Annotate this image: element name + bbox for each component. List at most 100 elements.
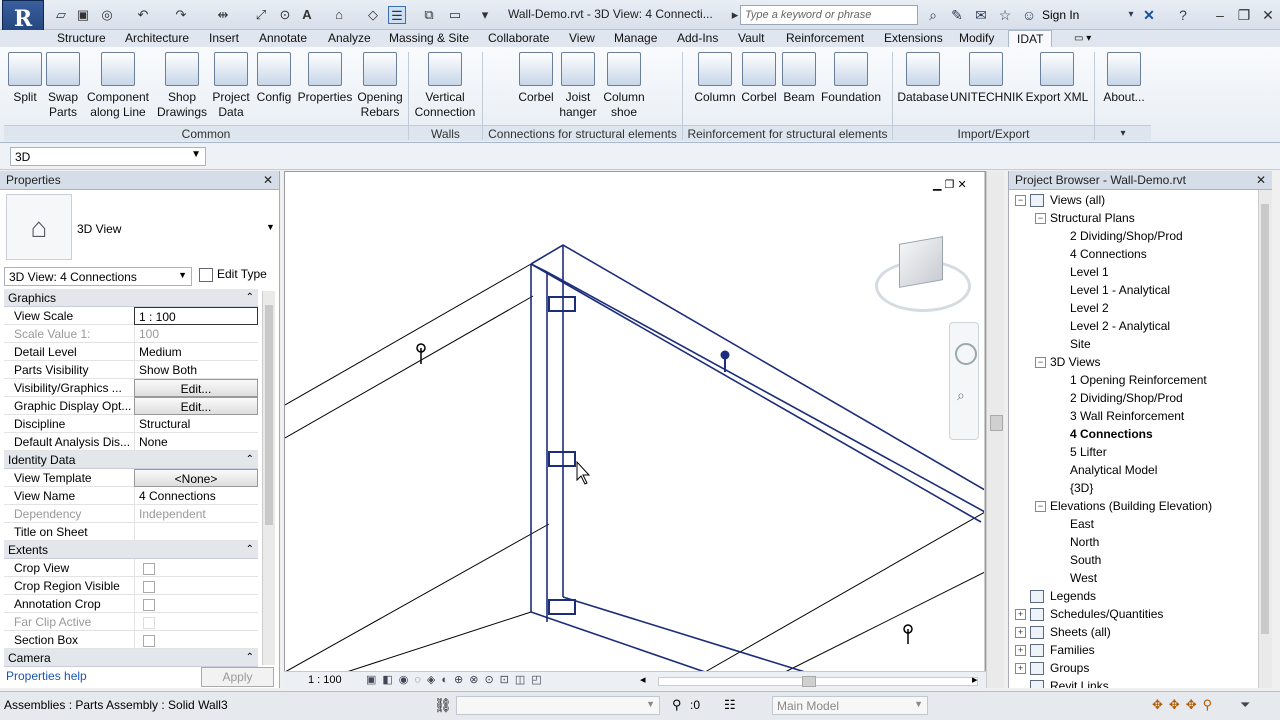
worksets-icon[interactable]: ⛓ (434, 697, 452, 714)
tab-modify[interactable]: Modify (959, 30, 994, 47)
edit-type-button[interactable]: Edit Type (199, 267, 271, 285)
browser-node[interactable]: 3 Wall Reinforcement (1015, 407, 1255, 425)
tag-icon[interactable]: ⊙ (276, 6, 294, 24)
unitechnik-button[interactable]: UNITECHNIK (950, 52, 1023, 105)
tab-structure[interactable]: Structure (57, 30, 106, 47)
browser-node[interactable]: 2 Dividing/Shop/Prod (1015, 389, 1255, 407)
measure-icon[interactable]: ⇹ (214, 6, 232, 24)
filter-icon[interactable]: ⚲ (672, 697, 682, 713)
tab-analyze[interactable]: Analyze (328, 30, 371, 47)
edit-graphic-display-button[interactable]: Edit... (134, 397, 258, 415)
opening-rebars-button[interactable]: Opening Rebars (356, 52, 404, 120)
switch-windows-icon[interactable]: ▭ (446, 6, 464, 24)
column-shoe-button[interactable]: Column shoe (600, 52, 648, 120)
close-hidden-windows-icon[interactable]: ⧉ (420, 6, 438, 24)
close-icon[interactable]: ✕ (263, 171, 273, 189)
user-icon[interactable]: ☺ (1020, 6, 1038, 24)
close-icon[interactable]: ✕ (1256, 171, 1266, 189)
expand-icon[interactable]: + (1015, 609, 1026, 621)
corbel-connection-button[interactable]: Corbel (514, 52, 558, 105)
canvas-vertical-scrollbar[interactable] (986, 171, 1004, 688)
minimize-view-icon[interactable]: ▁ (933, 179, 941, 191)
text-icon[interactable]: A (298, 6, 316, 24)
chevron-down-icon[interactable]: ▾ (1122, 6, 1140, 24)
default-3d-view-icon[interactable]: ⌂ (330, 6, 348, 24)
browser-node[interactable]: 2 Dividing/Shop/Prod (1015, 227, 1255, 245)
browser-node[interactable]: Level 2 - Analytical (1015, 317, 1255, 335)
browser-node[interactable]: Level 2 (1015, 299, 1255, 317)
sync-icon[interactable]: ◎ (98, 6, 116, 24)
close-view-icon[interactable]: ✕ (957, 179, 966, 191)
scroll-right-icon[interactable]: ▸ (972, 673, 978, 686)
component-along-line-button[interactable]: Component along Line (84, 52, 152, 120)
expand-icon[interactable]: + (1015, 645, 1026, 657)
foundation-reinforcement-button[interactable]: Foundation (818, 52, 884, 105)
redo-icon[interactable]: ↷ (172, 6, 190, 24)
scrollbar-thumb[interactable] (265, 305, 273, 525)
tab-reinforcement[interactable]: Reinforcement (786, 30, 864, 47)
crop-region-checkbox[interactable] (143, 581, 155, 593)
communication-icon[interactable]: ✉ (972, 6, 990, 24)
tab-view[interactable]: View (569, 30, 595, 47)
browser-node[interactable]: East (1015, 515, 1255, 533)
editable-only-icon[interactable]: ☷ (724, 697, 736, 713)
browser-node[interactable]: 1 Opening Reinforcement (1015, 371, 1255, 389)
browser-node[interactable]: 5 Lifter (1015, 443, 1255, 461)
save-icon[interactable]: ▣ (74, 6, 92, 24)
favorites-star-icon[interactable]: ☆ (996, 6, 1014, 24)
filter-selection-icon[interactable]: ⏷ (1240, 697, 1250, 713)
browser-node[interactable]: Level 1 - Analytical (1015, 281, 1255, 299)
restore-view-icon[interactable]: ❐ (945, 179, 955, 191)
collapse-icon[interactable]: − (1035, 213, 1046, 225)
browser-node[interactable]: − Views (all) (1015, 191, 1255, 209)
browser-node[interactable]: North (1015, 533, 1255, 551)
subscription-icon[interactable]: ✎ (948, 6, 966, 24)
exchange-apps-icon[interactable]: ✕ (1140, 6, 1158, 24)
scroll-left-icon[interactable]: ◂ (640, 673, 646, 686)
group-identity-data[interactable]: Identity Data ⌃ (4, 451, 258, 469)
thin-lines-icon[interactable]: ☰ (388, 6, 406, 24)
viewcube-cube[interactable] (899, 236, 943, 288)
browser-node[interactable]: Legends (1015, 587, 1255, 605)
column-reinforcement-button[interactable]: Column (692, 52, 738, 105)
browser-node[interactable]: Level 1 (1015, 263, 1255, 281)
collapse-icon[interactable]: − (1035, 357, 1046, 369)
panel-expand-arrow[interactable]: ▾ (1095, 125, 1151, 141)
tab-collaborate[interactable]: Collaborate (488, 30, 549, 47)
collapse-icon[interactable]: − (1035, 501, 1046, 513)
tab-manage[interactable]: Manage (614, 30, 657, 47)
selection-mode-icons[interactable]: ✥✥✥⚲ (1152, 697, 1218, 713)
expand-icon[interactable]: + (1015, 627, 1026, 639)
ribbon-minimize-toggle[interactable]: ▭ ▾ (1074, 30, 1091, 47)
browser-node[interactable]: 4 Connections (1015, 245, 1255, 263)
browser-node[interactable]: + Schedules/Quantities (1015, 605, 1255, 623)
browser-node[interactable]: + Families (1015, 641, 1255, 659)
tab-idat[interactable]: IDAT (1008, 30, 1053, 47)
open-icon[interactable]: ▱ (52, 6, 70, 24)
crop-view-checkbox[interactable] (143, 563, 155, 575)
view-template-button[interactable]: <None> (134, 469, 258, 487)
dimension-icon[interactable]: ⤢ (252, 6, 270, 24)
properties-button[interactable]: Properties (296, 52, 354, 105)
tab-vault[interactable]: Vault (738, 30, 764, 47)
customize-qat-icon[interactable]: ▾ (476, 6, 494, 24)
expand-icon[interactable]: + (1015, 663, 1026, 675)
horizontal-scrollbar-thumb[interactable] (802, 676, 816, 687)
browser-node[interactable]: + Sheets (all) (1015, 623, 1255, 641)
view-scale-label[interactable]: 1 : 100 (308, 674, 342, 686)
browser-node[interactable]: + Groups (1015, 659, 1255, 677)
tab-annotate[interactable]: Annotate (259, 30, 307, 47)
design-option-combo[interactable]: Main Model ▼ (772, 696, 928, 715)
section-box-checkbox[interactable] (143, 635, 155, 647)
browser-node[interactable]: West (1015, 569, 1255, 587)
minimize-button[interactable]: – (1208, 6, 1232, 24)
group-extents[interactable]: Extents ⌃ (4, 541, 258, 559)
group-camera[interactable]: Camera ⌃ (4, 649, 258, 667)
apply-button[interactable]: Apply (201, 667, 274, 687)
tab-add-ins[interactable]: Add-Ins (677, 30, 718, 47)
project-data-button[interactable]: Project Data (210, 52, 252, 120)
corbel-reinforcement-button[interactable]: Corbel (738, 52, 780, 105)
type-selector-combo[interactable]: 3D ▼ (10, 147, 206, 166)
view-scale-field[interactable]: 1 : 100 (134, 307, 258, 325)
steering-wheel-icon[interactable] (955, 343, 977, 365)
